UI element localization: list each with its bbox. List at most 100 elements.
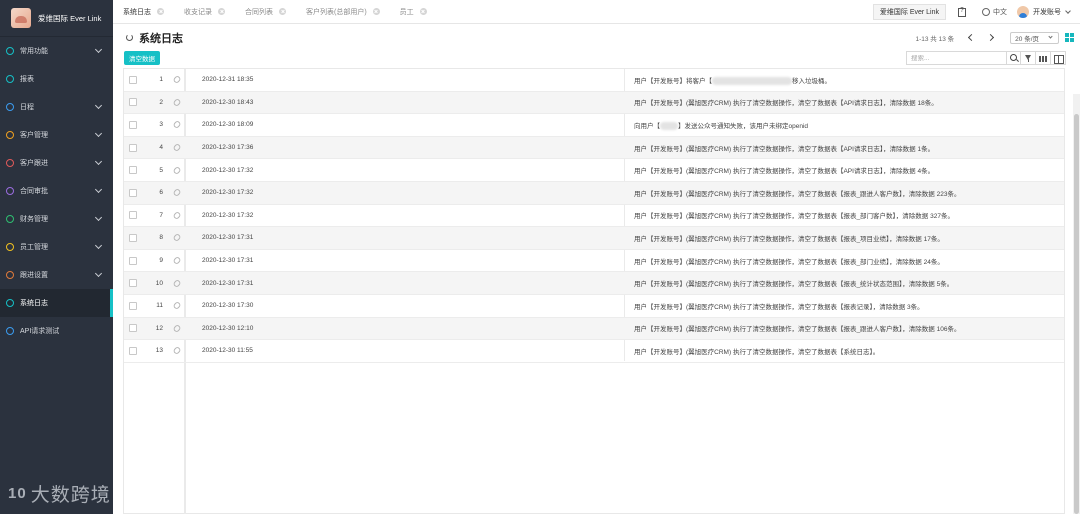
close-icon[interactable] (157, 8, 164, 15)
attachment-icon[interactable] (172, 188, 182, 198)
log-time: 2020-12-30 17:32 (202, 166, 254, 174)
attachment-icon[interactable] (172, 142, 182, 153)
tab[interactable]: 系统日志 (113, 0, 174, 24)
clear-data-button[interactable]: 清空数据 (124, 51, 160, 65)
sidebar-item[interactable]: 日程 (0, 93, 113, 121)
row-index: 7 (159, 211, 163, 219)
watermark: 10 大数跨境 (8, 480, 111, 507)
tab[interactable]: 合同列表 (235, 0, 296, 24)
sidebar-item[interactable]: 员工管理 (0, 233, 113, 261)
scrollbar-thumb[interactable] (1074, 114, 1079, 514)
user-avatar[interactable] (1017, 6, 1029, 18)
globe-icon[interactable] (982, 8, 990, 16)
redacted-text (660, 122, 678, 131)
attachment-icon[interactable] (172, 120, 182, 130)
sidebar-item-label: 报表 (20, 76, 34, 83)
row-checkbox[interactable] (129, 301, 137, 310)
row-checkbox[interactable] (129, 98, 137, 107)
search-input[interactable] (911, 54, 1001, 62)
chevron-down-icon (94, 241, 103, 250)
table-row[interactable]: 3 2020-12-30 18:09 向用户【 】发送公众号通知失败，该用户未绑定op… (124, 114, 1064, 137)
topbar-right: 爱维国际 Ever Link 中文 开发账号 (872, 0, 1080, 24)
attachment-icon[interactable] (172, 165, 182, 175)
row-checkbox[interactable] (129, 120, 137, 129)
grid-view-icon[interactable] (1065, 33, 1074, 42)
row-checkbox[interactable] (129, 75, 137, 84)
tab[interactable]: 收支记录 (174, 0, 235, 24)
page-size-select[interactable]: 20 条/页 (1010, 31, 1059, 44)
row-index: 12 (155, 324, 163, 332)
sidebar-item[interactable]: 客户管理 (0, 121, 113, 149)
search-icon[interactable] (1006, 51, 1020, 65)
row-checkbox[interactable] (129, 279, 137, 288)
sidebar-item[interactable]: 合同审批 (0, 177, 113, 205)
attachment-icon[interactable] (172, 255, 182, 266)
attachment-icon[interactable] (172, 323, 182, 334)
attachment-icon[interactable] (172, 301, 182, 311)
vertical-scrollbar[interactable] (1073, 94, 1080, 514)
row-checkbox[interactable] (129, 233, 137, 242)
attachment-icon[interactable] (172, 346, 182, 356)
table-row[interactable]: 4 2020-12-30 17:36 用户【开发账号】(翼旭医疗CRM) 执行了清空… (124, 136, 1064, 160)
row-checkbox[interactable] (129, 166, 137, 175)
filter-icon[interactable] (1021, 51, 1036, 65)
table-row[interactable]: 9 2020-12-30 17:31 用户【开发账号】(翼旭医疗CRM) 执行了清空… (124, 250, 1064, 273)
close-icon[interactable] (372, 8, 380, 15)
sidebar-item[interactable]: 常用功能 (0, 37, 113, 65)
user-name[interactable]: 开发账号 (1033, 7, 1061, 17)
language-switch[interactable]: 中文 (993, 7, 1007, 17)
tab[interactable]: 员工 (390, 0, 437, 24)
sidebar-item-label: 系统日志 (20, 300, 48, 307)
sidebar-item[interactable]: 财务管理 (0, 205, 113, 233)
org-button[interactable]: 爱维国际 Ever Link (872, 4, 946, 20)
log-message-prefix: 向用户【 (634, 122, 660, 130)
row-checkbox[interactable] (129, 256, 137, 265)
table-row[interactable]: 6 2020-12-30 17:32 用户【开发账号】(翼旭医疗CRM) 执行了清空… (124, 182, 1064, 205)
columns-icon[interactable] (1051, 51, 1066, 65)
sidebar-item[interactable]: 报表 (0, 65, 113, 93)
table-row[interactable]: 2 2020-12-30 18:43 用户【开发账号】(翼旭医疗CRM) 执行了清空… (124, 91, 1064, 115)
chevron-down-icon[interactable] (1065, 8, 1071, 14)
chevron-right-icon[interactable] (987, 33, 995, 42)
attachment-icon[interactable] (172, 97, 182, 108)
table-row[interactable]: 1 2020-12-31 18:35 用户【开发账号】将客户【 移入垃圾桶。 (124, 69, 1064, 92)
log-message: 用户【开发账号】(翼旭医疗CRM) 执行了清空数据操作，清空了数据表【API请求… (634, 168, 935, 176)
log-message: 用户【开发账号】(翼旭医疗CRM) 执行了清空数据操作，清空了数据表【报表_部门… (634, 258, 944, 266)
page-title: 系统日志 (139, 32, 183, 45)
log-message: 用户【开发账号】(翼旭医疗CRM) 执行了清空数据操作，清空了数据表【系统日志】… (634, 348, 880, 356)
attachment-icon[interactable] (172, 75, 182, 85)
attachment-icon[interactable] (172, 278, 182, 288)
sidebar-item[interactable]: API请求测试 (0, 317, 113, 345)
table-row[interactable]: 5 2020-12-30 17:32 用户【开发账号】(翼旭医疗CRM) 执行了清空… (124, 159, 1064, 182)
row-checkbox[interactable] (129, 143, 137, 152)
sidebar-item[interactable]: 跟进设置 (0, 261, 113, 289)
tab[interactable]: 客户列表(总部用户) (296, 0, 390, 24)
help-doc-icon[interactable] (958, 7, 966, 17)
tab-label: 收支记录 (184, 8, 212, 16)
row-checkbox[interactable] (129, 188, 137, 197)
table-row[interactable]: 8 2020-12-30 17:31 用户【开发账号】(翼旭医疗CRM) 执行了清空… (124, 227, 1064, 250)
sidebar-item[interactable]: 系统日志 (0, 289, 113, 317)
close-icon[interactable] (279, 8, 286, 15)
attachment-icon[interactable] (172, 233, 182, 243)
chart-icon[interactable] (1036, 51, 1051, 65)
brand[interactable]: 爱维国际 Ever Link (0, 0, 113, 37)
table-row[interactable]: 10 2020-12-30 17:31 用户【开发账号】(翼旭医疗CRM) 执行了清… (124, 272, 1064, 295)
page-header: 系统日志 1-13 共 13 条 20 条/页 (113, 24, 1080, 51)
table-row[interactable]: 7 2020-12-30 17:32 用户【开发账号】(翼旭医疗CRM) 执行了清空… (124, 205, 1064, 228)
log-message: 用户【开发账号】(翼旭医疗CRM) 执行了清空数据操作，清空了数据表【报表_跟进… (634, 190, 961, 198)
table-row[interactable]: 13 2020-12-30 11:55 用户【开发账号】(翼旭医疗CRM) 执行了清… (124, 340, 1064, 363)
table-row[interactable]: 11 2020-12-30 17:30 用户【开发账号】(翼旭医疗CRM) 执行了清… (124, 295, 1064, 318)
table-row[interactable]: 12 2020-12-30 12:10 用户【开发账号】(翼旭医疗CRM) 执行了清… (124, 317, 1064, 341)
table-toolbar (906, 51, 1066, 65)
row-checkbox[interactable] (129, 324, 137, 333)
sidebar-item[interactable]: 客户跟进 (0, 149, 113, 177)
row-checkbox[interactable] (129, 211, 137, 220)
row-checkbox[interactable] (129, 346, 137, 355)
close-icon[interactable] (218, 8, 225, 15)
attachment-icon[interactable] (172, 210, 182, 221)
chevron-down-icon (94, 213, 103, 222)
close-icon[interactable] (419, 8, 427, 15)
refresh-icon[interactable] (126, 34, 133, 41)
chevron-left-icon[interactable] (968, 33, 976, 42)
